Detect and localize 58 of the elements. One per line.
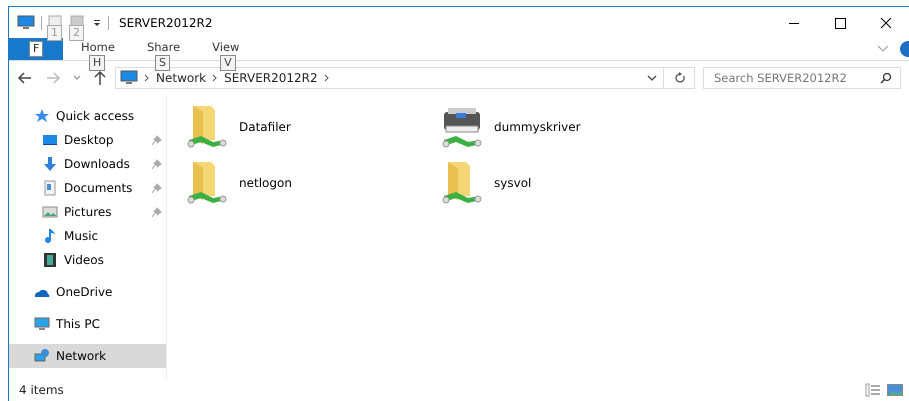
download-icon [42,156,58,172]
sidebar-item[interactable]: This PC [9,312,166,336]
search-box[interactable]: Search SERVER2012R2 [703,67,901,89]
ribbon-tab[interactable]: Share [128,40,194,55]
picture-icon [42,204,58,220]
monitor-icon [120,70,138,86]
chevron-right-icon[interactable] [212,74,218,82]
star-icon [34,108,50,124]
keytip-tooltip: H [89,55,106,71]
shared-folder-icon [185,104,229,150]
shared-folder-icon [440,160,484,206]
large-icons-view-icon[interactable] [887,383,903,397]
sidebar-item[interactable]: Downloads [9,152,166,176]
chevron-right-icon[interactable] [144,74,150,82]
sidebar-item[interactable]: Videos [9,248,166,272]
ribbon-tab[interactable]: Home [63,40,129,55]
sidebar-item[interactable]: Quick access [9,104,166,128]
sidebar-item[interactable]: OneDrive [9,280,166,304]
up-arrow-icon[interactable] [93,70,107,86]
file-item[interactable]: sysvol [440,155,695,211]
shared-folder-icon [185,160,229,206]
refresh-icon[interactable] [674,72,686,84]
pin-icon[interactable] [152,135,162,145]
ribbon-tab[interactable]: View [194,40,254,55]
item-count: 4 items [19,383,64,397]
chevron-right-icon[interactable] [324,74,330,82]
sidebar-item[interactable]: Music [9,224,166,248]
pin-icon[interactable] [152,159,162,169]
breadcrumb[interactable]: SERVER2012R2 [224,71,318,85]
back-icon[interactable] [17,71,33,85]
monitor-icon [17,14,35,30]
sidebar-item[interactable]: Documents [9,176,166,200]
details-view-icon[interactable] [865,383,881,397]
keytip-tooltip: F [29,41,44,57]
network-icon [34,348,50,364]
sidebar-item[interactable]: Network [9,344,166,368]
document-icon [42,180,58,196]
keytip-tooltip: 2 [69,24,84,40]
desktop-icon [42,132,58,148]
search-icon [880,72,892,84]
breadcrumb[interactable]: Network [156,71,206,85]
pin-icon[interactable] [152,207,162,217]
file-item[interactable]: Datafiler [185,99,440,155]
keytip-tooltip: V [220,55,236,71]
chevron-down-icon[interactable] [647,75,657,81]
sidebar-item[interactable]: Desktop [9,128,166,152]
sidebar-item[interactable]: Pictures [9,200,166,224]
address-bar[interactable]: Network SERVER2012R2 [115,67,695,89]
monitor-icon [34,316,50,332]
file-item[interactable]: dummyskriver [440,99,695,155]
keytip-tooltip: 1 [47,24,62,40]
window-title: SERVER2012R2 [119,16,213,30]
file-item[interactable]: netlogon [185,155,440,211]
music-note-icon [42,228,58,244]
keytip-tooltip: S [154,55,170,71]
dropdown-icon[interactable] [92,18,102,28]
pin-icon[interactable] [152,183,162,193]
film-icon [42,252,58,268]
